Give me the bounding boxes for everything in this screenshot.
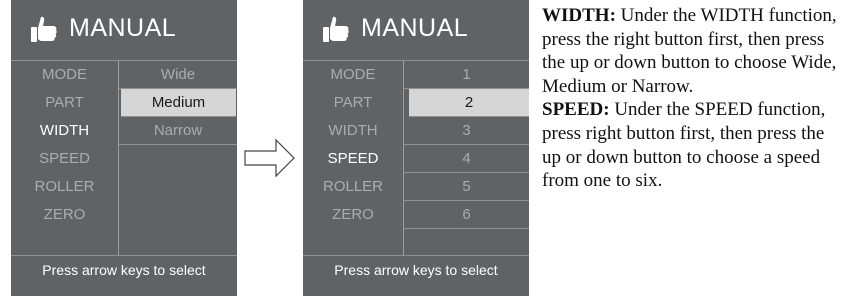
panel-footer: Press arrow keys to select: [334, 262, 498, 278]
option-medium[interactable]: Medium: [121, 89, 236, 117]
arrow-right-icon: [244, 138, 295, 178]
option-narrow[interactable]: Narrow: [119, 117, 237, 145]
menu-item-mode[interactable]: MODE: [303, 61, 403, 89]
menu-item-roller[interactable]: ROLLER: [303, 173, 403, 201]
panel-title: MANUAL: [361, 14, 469, 42]
footer-divider: [303, 255, 529, 256]
menu-item-speed[interactable]: SPEED: [11, 145, 118, 173]
option-speed-5[interactable]: 5: [404, 173, 529, 201]
menu-item-roller[interactable]: ROLLER: [11, 173, 118, 201]
thumbs-up-icon: [31, 16, 57, 42]
menu-item-part[interactable]: PART: [303, 89, 403, 117]
mode-menu: MODE PART WIDTH SPEED ROLLER ZERO: [11, 61, 118, 229]
menu-item-zero[interactable]: ZERO: [303, 201, 403, 229]
panel-header: MANUAL: [11, 0, 237, 60]
option-speed-1[interactable]: 1: [404, 61, 529, 89]
menu-item-speed[interactable]: SPEED: [303, 145, 403, 173]
panel-header: MANUAL: [303, 0, 529, 60]
thumbs-up-icon: [323, 16, 349, 42]
width-options: Wide Medium Narrow: [119, 61, 237, 145]
manual-screen-speed: MANUAL MODE PART WIDTH SPEED ROLLER ZERO…: [303, 0, 529, 296]
menu-item-mode[interactable]: MODE: [11, 61, 118, 89]
option-speed-2[interactable]: 2: [409, 89, 529, 117]
width-heading: WIDTH:: [542, 5, 616, 26]
menu-item-width[interactable]: WIDTH: [11, 117, 118, 145]
footer-divider: [11, 255, 237, 256]
option-speed-6[interactable]: 6: [404, 201, 529, 229]
menu-item-zero[interactable]: ZERO: [11, 201, 118, 229]
panel-title: MANUAL: [69, 14, 177, 42]
speed-options: 1 2 3 4 5 6: [404, 61, 529, 229]
mode-menu: MODE PART WIDTH SPEED ROLLER ZERO: [303, 61, 403, 229]
menu-item-part[interactable]: PART: [11, 89, 118, 117]
instructions-text: WIDTH: Under the WIDTH function, press t…: [542, 4, 842, 193]
option-speed-3[interactable]: 3: [404, 117, 529, 145]
manual-screen-width: MANUAL MODE PART WIDTH SPEED ROLLER ZERO…: [11, 0, 237, 296]
menu-item-width[interactable]: WIDTH: [303, 117, 403, 145]
option-speed-4[interactable]: 4: [404, 145, 529, 173]
option-wide[interactable]: Wide: [119, 61, 237, 89]
speed-heading: SPEED:: [542, 99, 610, 121]
panel-footer: Press arrow keys to select: [42, 262, 206, 278]
